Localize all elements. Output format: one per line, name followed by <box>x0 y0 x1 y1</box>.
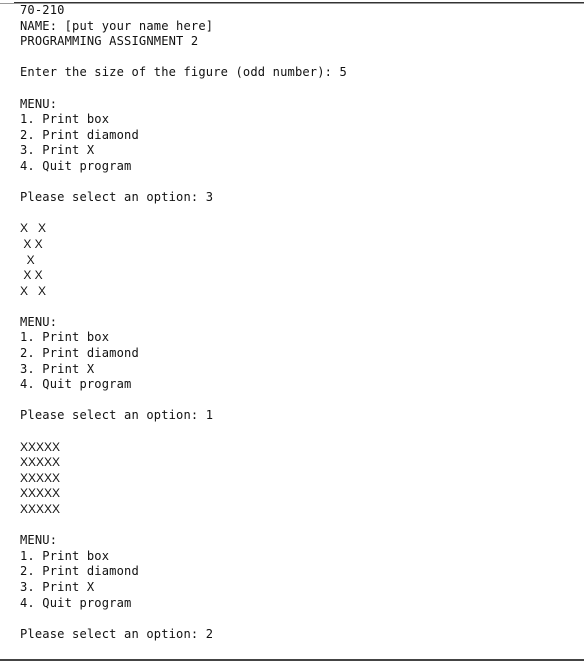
console-line-menu: 3. Print X <box>20 579 95 594</box>
console-output: 70-210 NAME: [put your name here] PROGRAMM… <box>20 3 347 642</box>
console-line-figure: X <box>20 252 35 267</box>
console-line-menu: 2. Print diamond <box>20 127 139 142</box>
console-line-prompt: Please select an option: 2 <box>20 626 214 641</box>
console-line-menu: MENU: <box>20 96 58 111</box>
console-line-header: 70-210 <box>20 3 65 17</box>
console-line-figure: XXXXX <box>20 470 61 485</box>
console-line-header: NAME: [put your name here] <box>20 18 214 33</box>
console-line-menu: 1. Print box <box>20 112 110 127</box>
console-line-header: PROGRAMMING ASSIGNMENT 2 <box>20 34 199 49</box>
console-line-figure: X X <box>20 236 43 251</box>
console-line-menu: 1. Print box <box>20 548 110 563</box>
console-line-menu: 4. Quit program <box>20 158 132 173</box>
console-line-menu: 2. Print diamond <box>20 564 139 579</box>
console-line-menu: MENU: <box>20 533 58 548</box>
console-line-menu: 3. Print X <box>20 143 95 158</box>
console-line-menu: 4. Quit program <box>20 595 132 610</box>
console-line-figure: X X <box>20 283 47 298</box>
console-line-menu: MENU: <box>20 314 58 329</box>
console-line-figure: X X <box>20 268 43 283</box>
console-line-menu: 3. Print X <box>20 361 95 376</box>
console-line-prompt: Enter the size of the figure (odd number… <box>20 65 347 80</box>
console-line-figure: XXXXX <box>20 486 61 501</box>
console-window: 70-210 NAME: [put your name here] PROGRAMM… <box>0 0 584 662</box>
console-line-prompt: Please select an option: 3 <box>20 190 214 205</box>
console-line-figure: XXXXX <box>20 439 61 454</box>
console-line-figure: XXXXX <box>20 455 61 470</box>
console-line-menu: 1. Print box <box>20 330 110 345</box>
console-line-figure: XXXXX <box>20 502 61 516</box>
console-line-menu: 4. Quit program <box>20 377 132 392</box>
console-line-menu: 2. Print diamond <box>20 346 139 361</box>
bottom-border <box>0 659 584 661</box>
console-line-prompt: Please select an option: 1 <box>20 408 214 423</box>
console-line-figure: X X <box>20 221 47 236</box>
